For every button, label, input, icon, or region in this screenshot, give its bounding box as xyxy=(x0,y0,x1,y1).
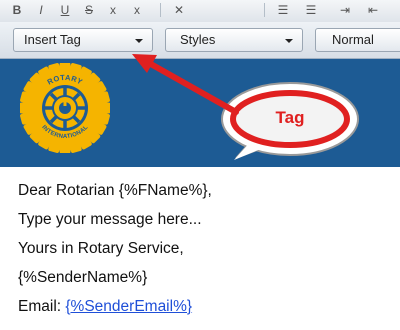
format-dropdown[interactable]: Normal xyxy=(315,28,400,52)
sender-email-link[interactable]: {%SenderEmail%} xyxy=(65,298,192,315)
email-line: Email: {%SenderEmail%} xyxy=(18,292,398,321)
closing-line: Yours in Rotary Service, xyxy=(18,240,184,257)
message-body[interactable]: Dear Rotarian {%FName%}, Type your messa… xyxy=(18,176,398,321)
callout-label: Tag xyxy=(275,108,305,127)
bullet-list-icon[interactable]: ☰ xyxy=(300,2,322,18)
clear-format-icon[interactable]: ✕ xyxy=(168,2,190,18)
toolbar-divider xyxy=(264,3,265,17)
styles-label: Styles xyxy=(180,32,216,47)
italic-icon[interactable]: I xyxy=(30,2,52,18)
numbered-list-icon[interactable]: ☰ xyxy=(272,2,294,18)
body-line: Type your message here... xyxy=(18,211,202,228)
formatting-toolbar: B I U S x x ✕ ☰ ☰ ⇥ ⇤ xyxy=(0,0,400,23)
underline-icon[interactable]: U xyxy=(54,2,76,18)
styles-dropdown[interactable]: Styles xyxy=(165,28,303,52)
subscript-icon[interactable]: x xyxy=(102,2,124,18)
email-label: Email: xyxy=(18,298,66,315)
superscript-icon[interactable]: x xyxy=(126,2,148,18)
greeting-line: Dear Rotarian {%FName%}, xyxy=(18,182,212,199)
strikethrough-icon[interactable]: S xyxy=(78,2,100,18)
dropdown-toolbar: Insert Tag Styles Normal xyxy=(0,22,400,59)
outdent-icon[interactable]: ⇤ xyxy=(362,2,384,18)
sender-line: {%SenderName%} xyxy=(18,269,148,286)
chevron-down-icon xyxy=(135,39,143,43)
chevron-down-icon xyxy=(285,39,293,43)
insert-tag-dropdown[interactable]: Insert Tag xyxy=(13,28,153,52)
insert-tag-label: Insert Tag xyxy=(24,32,81,47)
rotary-logo: ROTARY INTERNATIONAL xyxy=(20,63,110,153)
format-label: Normal xyxy=(332,32,374,47)
toolbar-divider xyxy=(160,3,161,17)
bold-icon[interactable]: B xyxy=(6,2,28,18)
indent-icon[interactable]: ⇥ xyxy=(334,2,356,18)
